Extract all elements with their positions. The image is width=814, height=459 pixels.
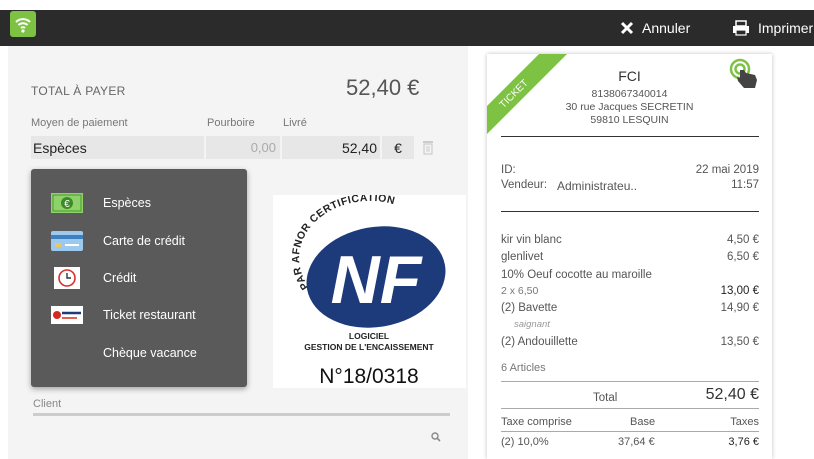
- menu-item-credit-card[interactable]: Carte de crédit: [31, 224, 247, 258]
- print-label: Imprimer: [758, 20, 814, 36]
- delivered-label: Livré: [283, 117, 307, 129]
- tax-row-base: 37,64 €: [618, 436, 655, 448]
- payment-method-menu: € Espèces Carte de crédit Crédit Ticket …: [31, 169, 247, 387]
- receipt-panel: TICKET FCI 8138067340014 30 rue Jacques …: [487, 54, 772, 459]
- menu-item-holiday-voucher[interactable]: Chèque vacance: [31, 336, 247, 370]
- menu-item-credit[interactable]: Crédit: [31, 261, 247, 295]
- line-item-price: 13,50 €: [720, 336, 759, 348]
- receipt-divider: [501, 408, 759, 409]
- line-item-name: (2) Bavette: [501, 302, 558, 314]
- tax-row-rate: (2) 10,0%: [501, 436, 549, 448]
- menu-item-ticket-restaurant[interactable]: Ticket restaurant: [31, 298, 247, 332]
- receipt-divider: [501, 136, 759, 137]
- printer-icon: [732, 20, 750, 36]
- line-item-name: kir vin blanc: [501, 234, 562, 246]
- payment-method-select[interactable]: Espèces: [31, 136, 204, 159]
- cancel-button[interactable]: Annuler: [620, 10, 690, 46]
- receipt-divider: [501, 431, 759, 432]
- articles-count: 6 Articles: [501, 362, 546, 374]
- search-icon[interactable]: [431, 429, 441, 442]
- menu-item-label: Carte de crédit: [103, 234, 185, 248]
- store-address-1: 30 rue Jacques SECRETIN: [565, 101, 694, 113]
- line-item-price: 6,50 €: [727, 251, 759, 263]
- receipt-time: 11:57: [731, 179, 759, 191]
- payment-method-label: Moyen de paiement: [31, 117, 128, 129]
- receipt-date: 22 mai 2019: [695, 164, 759, 176]
- store-name: FCI: [618, 68, 641, 84]
- payment-method-value: Espèces: [33, 139, 87, 156]
- nf-letters: NF: [331, 242, 423, 318]
- store-id: 8138067340014: [591, 88, 668, 100]
- nf-certification-logo: PAR AFNOR CERTIFICATION NF LOGICIEL GEST…: [273, 192, 466, 388]
- line-item-name: (2) Andouillette: [501, 336, 578, 348]
- clock-icon: [51, 267, 83, 289]
- line-item-modifier: saignant: [514, 319, 550, 330]
- tip-label: Pourboire: [207, 117, 255, 129]
- line-item-name: glenlivet: [501, 251, 544, 263]
- total-value-receipt: 52,40 €: [705, 386, 759, 403]
- id-label: ID:: [501, 164, 516, 176]
- currency-label: €: [394, 139, 402, 156]
- delivered-value: 52,40: [341, 139, 377, 156]
- total-label-receipt: Total: [593, 392, 618, 404]
- client-label: Client: [33, 398, 62, 410]
- menu-item-label: Crédit: [103, 271, 137, 285]
- menu-item-label: Espèces: [103, 196, 151, 210]
- ticket-restaurant-icon: [51, 305, 83, 325]
- client-input[interactable]: [33, 413, 450, 416]
- certification-number: N°18/0318: [319, 365, 418, 388]
- wifi-status-button[interactable]: [10, 11, 36, 37]
- tax-header-taxes: Taxes: [730, 416, 759, 428]
- line-item-quantity: 2 x 6,50: [501, 285, 539, 297]
- svg-text:€: €: [64, 199, 70, 210]
- trash-icon[interactable]: [422, 140, 434, 155]
- tax-header-base: Base: [630, 416, 656, 428]
- receipt-divider: [501, 211, 759, 212]
- line-item-price: 4,50 €: [727, 234, 759, 246]
- credit-card-icon: [51, 231, 83, 251]
- menu-item-cash[interactable]: € Espèces: [31, 186, 247, 220]
- top-bar: [0, 10, 814, 46]
- certification-line1: LOGICIEL: [349, 331, 389, 341]
- seller-name: Administrateu..: [557, 179, 638, 193]
- delivered-field[interactable]: 52,40: [282, 136, 380, 159]
- line-item-name: 10% Oeuf cocotte au maroille: [501, 269, 652, 281]
- total-label: TOTAL À PAYER: [31, 84, 126, 98]
- total-amount: 52,40 €: [346, 75, 420, 100]
- menu-item-label: Ticket restaurant: [103, 308, 196, 322]
- seller-label: Vendeur:: [501, 179, 548, 191]
- wifi-icon: [10, 11, 36, 37]
- line-item-price: 13,00 €: [720, 285, 759, 297]
- close-icon: [620, 21, 634, 35]
- print-button[interactable]: Imprimer: [732, 10, 813, 46]
- tip-field[interactable]: 0,00: [206, 136, 280, 159]
- tax-header-label: Taxe comprise: [501, 416, 572, 428]
- tax-row-taxes: 3,76 €: [728, 436, 759, 448]
- tip-value: 0,00: [250, 140, 276, 155]
- certification-line2: GESTION DE L'ENCAISSEMENT: [304, 342, 434, 352]
- receipt-divider: [501, 381, 759, 382]
- currency-button[interactable]: €: [382, 136, 414, 159]
- cancel-label: Annuler: [642, 20, 691, 36]
- line-item-price: 14,90 €: [720, 302, 759, 314]
- store-address-2: 59810 LESQUIN: [590, 114, 669, 126]
- menu-item-label: Chèque vacance: [103, 346, 197, 360]
- cash-icon: €: [51, 193, 83, 213]
